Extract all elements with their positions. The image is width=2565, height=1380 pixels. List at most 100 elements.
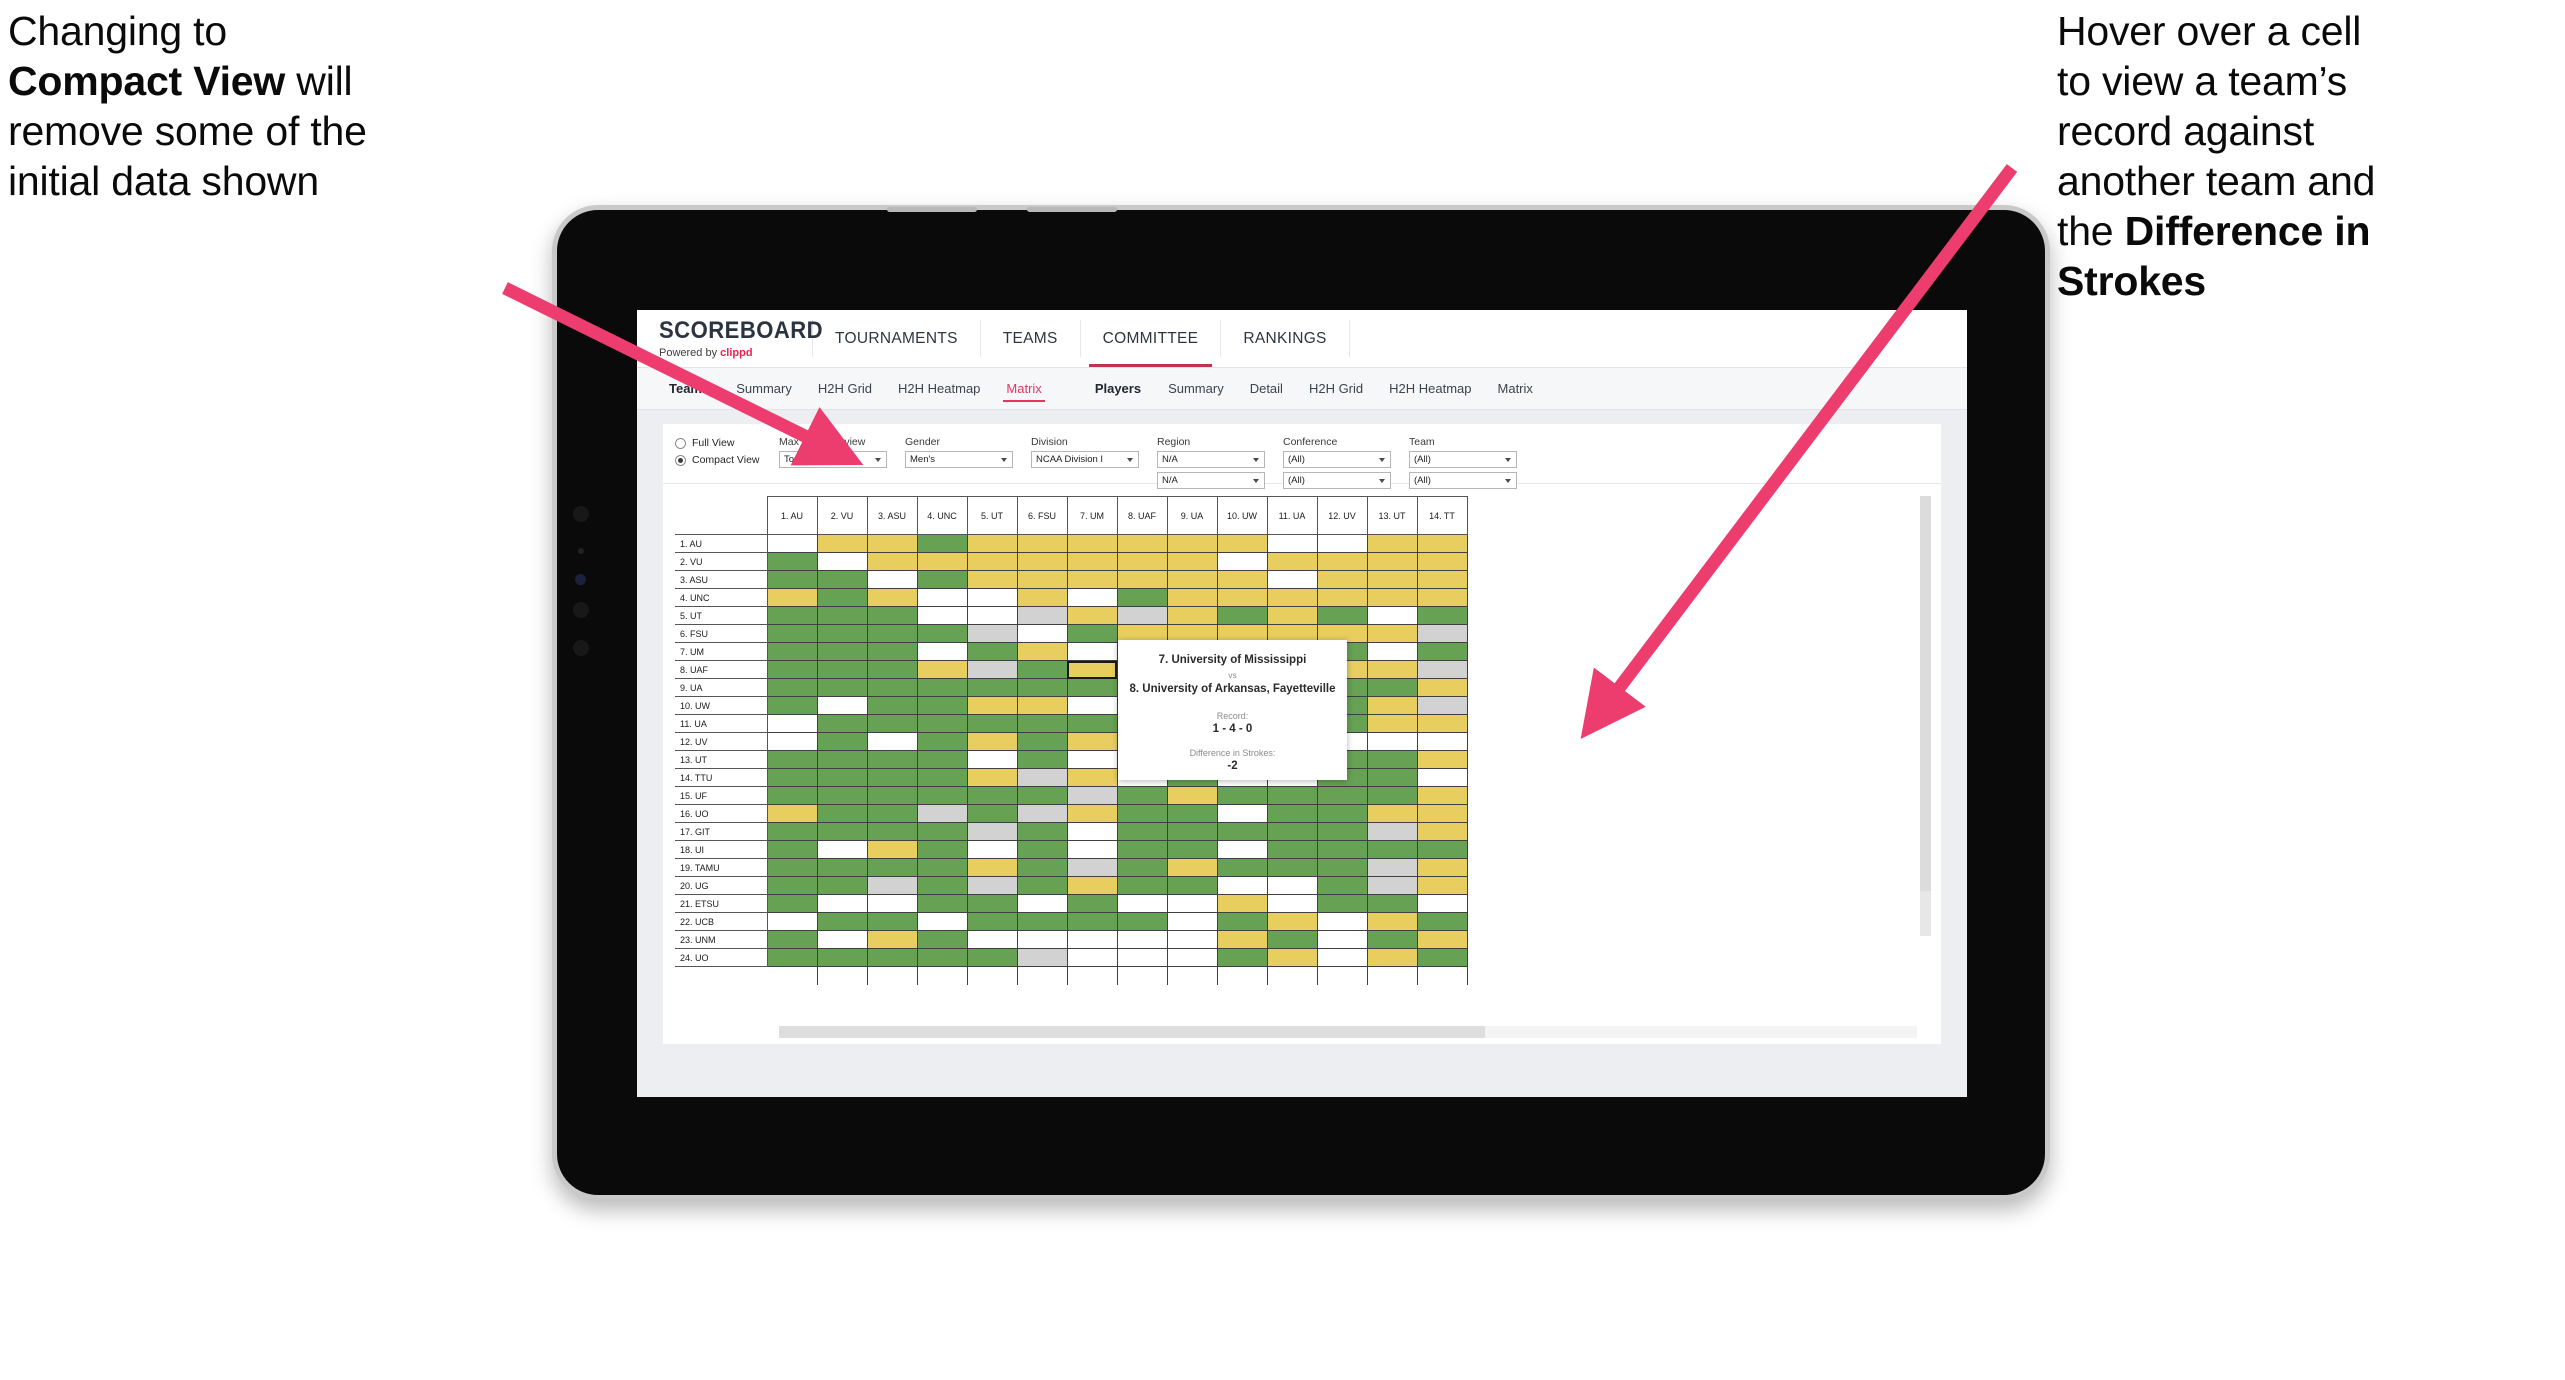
matrix-cell-r11-c5[interactable]	[966, 714, 1018, 733]
matrix-cell-r7-c6[interactable]	[1016, 642, 1068, 661]
matrix-row-header-13[interactable]: 13. UT	[675, 750, 768, 769]
matrix-cell-r20-c9[interactable]	[1166, 876, 1218, 895]
matrix-cell-r16-c5[interactable]	[966, 804, 1018, 823]
matrix-cell-r6-c4[interactable]	[916, 624, 968, 643]
h2h-matrix-table[interactable]: 1. AU 2. VU 3. ASU 4. UNC 5. UT 6. FSU 7. UM 8.…	[675, 496, 1468, 985]
matrix-cell-r8-c14[interactable]	[1416, 660, 1468, 679]
horizontal-scrollbar[interactable]	[779, 1026, 1917, 1038]
matrix-cell-r18-c12[interactable]	[1316, 840, 1368, 859]
matrix-col-header-3[interactable]: 3. ASU	[866, 496, 918, 535]
matrix-cell-r3-c8[interactable]	[1116, 570, 1168, 589]
matrix-cell-r1-c14[interactable]	[1416, 534, 1468, 553]
matrix-row-header-8[interactable]: 8. UAF	[675, 660, 768, 679]
matrix-cell-r13-c3[interactable]	[866, 750, 918, 769]
matrix-cell-r10-c14[interactable]	[1416, 696, 1468, 715]
matrix-cell-r15-c14[interactable]	[1416, 786, 1468, 805]
matrix-cell-r1-c1[interactable]	[766, 534, 818, 553]
matrix-cell-r8-c1[interactable]	[766, 660, 818, 679]
matrix-cell-r5-c8[interactable]	[1116, 606, 1168, 625]
matrix-cell-r17-c9[interactable]	[1166, 822, 1218, 841]
matrix-row-header-10[interactable]: 10. UW	[675, 696, 768, 715]
matrix-cell-r23-c7[interactable]	[1066, 930, 1118, 949]
filter-region-select-1[interactable]: N/A	[1157, 451, 1265, 468]
matrix-cell-r19-c6[interactable]	[1016, 858, 1068, 877]
matrix-cell-r17-c12[interactable]	[1316, 822, 1368, 841]
filter-gender-select[interactable]: Men's	[905, 451, 1013, 468]
matrix-cell-r24-c9[interactable]	[1166, 948, 1218, 967]
matrix-cell-r16-c14[interactable]	[1416, 804, 1468, 823]
matrix-cell-r18-c7[interactable]	[1066, 840, 1118, 859]
matrix-cell-r7-c3[interactable]	[866, 642, 918, 661]
matrix-cell-r23-c13[interactable]	[1366, 930, 1418, 949]
matrix-cell-r9-c7[interactable]	[1066, 678, 1118, 697]
matrix-cell-r21-c9[interactable]	[1166, 894, 1218, 913]
matrix-cell-r2-c8[interactable]	[1116, 552, 1168, 571]
matrix-cell-r14-c13[interactable]	[1366, 768, 1418, 787]
matrix-cell-r4-c13[interactable]	[1366, 588, 1418, 607]
matrix-cell-r12-c5[interactable]	[966, 732, 1018, 751]
subtab-teams-h2h-grid[interactable]: H2H Grid	[805, 368, 885, 410]
matrix-cell-r23-c4[interactable]	[916, 930, 968, 949]
matrix-cell-r10-c1[interactable]	[766, 696, 818, 715]
matrix-cell-r4-c8[interactable]	[1116, 588, 1168, 607]
matrix-row-header-15[interactable]: 15. UF	[675, 786, 768, 805]
matrix-cell-r19-c7[interactable]	[1066, 858, 1118, 877]
matrix-cell-r21-c14[interactable]	[1416, 894, 1468, 913]
matrix-cell-r18-c14[interactable]	[1416, 840, 1468, 859]
matrix-cell-r19-c2[interactable]	[816, 858, 868, 877]
matrix-cell-r9-c6[interactable]	[1016, 678, 1068, 697]
matrix-cell-r7-c4[interactable]	[916, 642, 968, 661]
matrix-cell-r17-c13[interactable]	[1366, 822, 1418, 841]
filter-team-select-2[interactable]: (All)	[1409, 472, 1517, 489]
matrix-cell-r3-c9[interactable]	[1166, 570, 1218, 589]
matrix-cell-r11-c4[interactable]	[916, 714, 968, 733]
matrix-cell-r6-c3[interactable]	[866, 624, 918, 643]
matrix-cell-r7-c13[interactable]	[1366, 642, 1418, 661]
matrix-cell-r7-c14[interactable]	[1416, 642, 1468, 661]
matrix-cell-r2-c5[interactable]	[966, 552, 1018, 571]
matrix-cell-r13-c14[interactable]	[1416, 750, 1468, 769]
subtab-players-detail[interactable]: Detail	[1237, 368, 1296, 410]
matrix-col-header-6[interactable]: 6. FSU	[1016, 496, 1068, 535]
matrix-cell-r24-c8[interactable]	[1116, 948, 1168, 967]
matrix-cell-r22-c11[interactable]	[1266, 912, 1318, 931]
matrix-cell-r3-c12[interactable]	[1316, 570, 1368, 589]
matrix-cell-r2-c10[interactable]	[1216, 552, 1268, 571]
matrix-cell-r7-c1[interactable]	[766, 642, 818, 661]
matrix-cell-r20-c12[interactable]	[1316, 876, 1368, 895]
matrix-cell-r3-c2[interactable]	[816, 570, 868, 589]
matrix-col-header-11[interactable]: 11. UA	[1266, 496, 1318, 535]
matrix-cell-r24-c7[interactable]	[1066, 948, 1118, 967]
matrix-cell-r5-c4[interactable]	[916, 606, 968, 625]
matrix-cell-r20-c8[interactable]	[1116, 876, 1168, 895]
matrix-cell-r12-c6[interactable]	[1016, 732, 1068, 751]
matrix-cell-r2-c14[interactable]	[1416, 552, 1468, 571]
matrix-cell-r6-c1[interactable]	[766, 624, 818, 643]
matrix-cell-r4-c2[interactable]	[816, 588, 868, 607]
matrix-cell-r21-c4[interactable]	[916, 894, 968, 913]
matrix-cell-r13-c5[interactable]	[966, 750, 1018, 769]
matrix-cell-r20-c3[interactable]	[866, 876, 918, 895]
matrix-cell-r2-c2[interactable]	[816, 552, 868, 571]
matrix-cell-r22-c14[interactable]	[1416, 912, 1468, 931]
matrix-cell-r21-c3[interactable]	[866, 894, 918, 913]
matrix-cell-r3-c4[interactable]	[916, 570, 968, 589]
matrix-cell-r22-c10[interactable]	[1216, 912, 1268, 931]
matrix-cell-r21-c12[interactable]	[1316, 894, 1368, 913]
matrix-cell-r20-c11[interactable]	[1266, 876, 1318, 895]
subtab-teams-h2h-heatmap[interactable]: H2H Heatmap	[885, 368, 993, 410]
matrix-cell-r12-c2[interactable]	[816, 732, 868, 751]
matrix-cell-r13-c4[interactable]	[916, 750, 968, 769]
subtab-teams-summary[interactable]: Summary	[723, 368, 805, 410]
matrix-cell-r18-c9[interactable]	[1166, 840, 1218, 859]
matrix-cell-r4-c10[interactable]	[1216, 588, 1268, 607]
matrix-cell-r13-c13[interactable]	[1366, 750, 1418, 769]
matrix-cell-r16-c8[interactable]	[1116, 804, 1168, 823]
matrix-cell-r3-c6[interactable]	[1016, 570, 1068, 589]
matrix-cell-r16-c9[interactable]	[1166, 804, 1218, 823]
matrix-cell-r20-c14[interactable]	[1416, 876, 1468, 895]
subtab-teams-matrix[interactable]: Matrix	[993, 368, 1054, 410]
matrix-cell-r1-c3[interactable]	[866, 534, 918, 553]
matrix-cell-r1-c2[interactable]	[816, 534, 868, 553]
matrix-row-header-5[interactable]: 5. UT	[675, 606, 768, 625]
